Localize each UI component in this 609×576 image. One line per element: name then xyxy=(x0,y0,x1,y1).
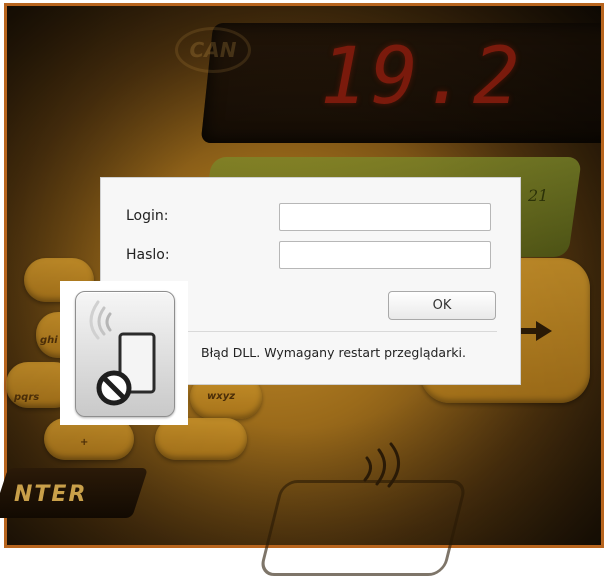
login-input[interactable] xyxy=(279,203,491,231)
password-input[interactable] xyxy=(279,241,491,269)
ok-button[interactable]: OK xyxy=(388,291,496,320)
keypad-key-label: wxyz xyxy=(207,391,236,402)
keypad-key-label: pqrs xyxy=(14,392,40,403)
brand-logo: CAN xyxy=(175,27,251,73)
card-slot xyxy=(258,480,468,576)
contactless-icon xyxy=(363,442,400,488)
icon-container xyxy=(60,281,188,425)
app-frame: CAN 19.2 21 ghi pqrs wxyz + NTER Login: … xyxy=(0,0,609,576)
error-message: Błąd DLL. Wymagany restart przeglądarki. xyxy=(201,345,466,360)
enter-key-label: NTER xyxy=(14,482,88,507)
keypad-key-label: + xyxy=(80,437,89,448)
icon-tile xyxy=(75,291,175,417)
green-key-label: 21 xyxy=(528,186,549,205)
device-blocked-icon xyxy=(89,300,156,406)
display-digits: 19.2 xyxy=(320,32,524,122)
password-label: Haslo: xyxy=(126,247,170,263)
keypad-key-label: ghi xyxy=(40,335,58,346)
login-label: Login: xyxy=(126,208,169,224)
divider xyxy=(181,331,497,332)
